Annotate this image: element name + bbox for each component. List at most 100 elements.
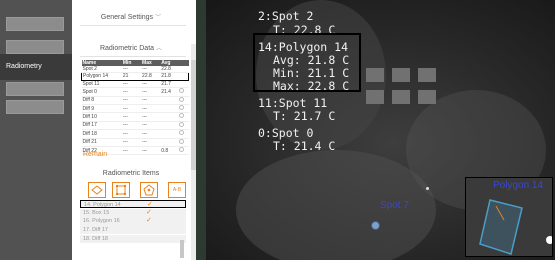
circle-icon[interactable] (179, 138, 185, 144)
list-item[interactable]: 15. Box 15 ✓ (80, 208, 186, 217)
cell-min: --- (121, 112, 142, 122)
list-item-label: 17. Diff 17 (83, 227, 108, 234)
divider (80, 25, 186, 26)
cell-avg: 21.7 (160, 80, 179, 89)
cell-name: Diff 21 (81, 138, 122, 148)
cell-max: --- (141, 80, 161, 89)
nav-item[interactable] (6, 82, 64, 96)
settings-panel: General Settings ﹀ Radiometric Data ︿ Name… (72, 0, 196, 260)
table-row[interactable]: Spot 0 --- --- 21.4 (81, 87, 189, 97)
cell-max: --- (141, 87, 161, 97)
cell-min: 21 (121, 72, 142, 81)
cell-min: --- (121, 146, 142, 156)
polygon-tool-button[interactable] (140, 182, 158, 198)
list-scrollbar-thumb[interactable] (180, 240, 184, 258)
cell-name: Diff 9 (81, 104, 122, 114)
spot0-temp: T: 21.4 C (273, 139, 336, 153)
box-tool-button[interactable] (112, 182, 130, 198)
cell-name: Polygon 14 (80, 72, 122, 81)
spot7-label: Spot 7 (380, 200, 409, 211)
cell-max: --- (141, 112, 161, 122)
cell-max: --- (141, 104, 161, 114)
nav-item[interactable] (6, 100, 64, 114)
left-nav: Radiometry (0, 0, 72, 260)
cell-min: --- (121, 121, 142, 131)
diamond-icon (91, 185, 103, 195)
cell-avg: 0.8 (160, 146, 179, 156)
cell-name: Diff 17 (81, 121, 122, 131)
spot0-name: 0:Spot 0 (258, 126, 314, 140)
cell-min: --- (121, 80, 142, 89)
table-row[interactable]: Polygon 14 21 22.8 21.8 (80, 72, 190, 81)
circle-icon[interactable] (179, 147, 185, 153)
cell-max: --- (141, 121, 161, 131)
radiometric-items-list: 14. Polygon 14 ✓ 15. Box 15 ✓ 16. Polygon 16… (80, 200, 186, 243)
box-icon (116, 185, 126, 195)
cell-min: --- (121, 96, 142, 106)
cell-min: --- (121, 138, 142, 148)
cell-min: --- (121, 87, 142, 97)
radiometric-data-label: Radiometric Data (99, 45, 155, 52)
polygon14-max: Max: 22.8 C (273, 79, 350, 93)
general-settings-header[interactable]: General Settings ﹀ (72, 12, 190, 21)
list-item-label: 15. Box 15 (83, 209, 110, 216)
list-item-label: 16. Polygon 16 (83, 218, 120, 225)
cell-min: --- (121, 66, 142, 74)
cell-name: Diff 10 (81, 112, 122, 122)
cell-avg: 22.8 (160, 66, 179, 74)
circle-icon[interactable] (179, 105, 185, 111)
nav-item[interactable] (6, 17, 64, 31)
cell-max: 22.8 (141, 72, 161, 81)
diff-tool-button[interactable]: A-B (168, 182, 186, 198)
spot11-name: 11:Spot 11 (258, 96, 328, 110)
cell-avg: 21.8 (160, 72, 179, 81)
polygon-icon (143, 184, 155, 196)
table-row[interactable]: Diff 8 --- --- (81, 96, 189, 106)
cell-max: --- (141, 138, 161, 148)
nav-item[interactable] (6, 40, 64, 54)
circle-icon[interactable] (179, 96, 185, 102)
cell-name: Spot 2 (81, 66, 122, 74)
polygon14-avg: Avg: 21.8 C (273, 53, 350, 67)
circle-icon[interactable] (179, 121, 185, 127)
check-icon: ✓ (146, 208, 152, 216)
spot7-marker[interactable] (371, 221, 380, 230)
table-row[interactable]: Diff 18 --- --- (81, 129, 189, 139)
cell-name: Diff 18 (81, 129, 122, 139)
cell-avg (160, 138, 179, 148)
circle-icon[interactable] (179, 130, 185, 136)
list-item[interactable]: 14. Polygon 14 ✓ (80, 200, 186, 209)
general-settings-label: General Settings (100, 14, 154, 21)
polygon-label: Polygon 14 (493, 180, 544, 191)
list-item[interactable]: 18. Diff 18 (80, 234, 186, 243)
point-tool-button[interactable] (88, 182, 106, 198)
cell-max: --- (141, 96, 161, 106)
cell-min: --- (121, 129, 142, 139)
check-icon: ✓ (146, 217, 152, 225)
radiometric-data-header[interactable]: Radiometric Data ︿ (72, 43, 190, 52)
radiometric-data-table: Name Min Max Avg Spot 2 --- --- 22.8 Polygon… (80, 60, 190, 156)
polygon14-name: 14:Polygon 14 (258, 40, 349, 54)
cell-max: --- (141, 66, 161, 74)
table-row[interactable]: Diff 9 --- --- (81, 104, 189, 114)
nav-item-radiometry[interactable]: Radiometry (0, 54, 72, 80)
circle-icon[interactable] (179, 88, 185, 94)
cell-avg (160, 121, 179, 131)
list-item[interactable]: 17. Diff 17 (80, 226, 186, 235)
table-row[interactable]: Diff 21 --- --- (81, 138, 189, 148)
cell-avg (160, 129, 179, 139)
table-row[interactable]: Diff 17 --- --- (81, 121, 189, 131)
circle-icon[interactable] (179, 113, 185, 119)
table-row[interactable]: Diff 10 --- --- (81, 112, 189, 122)
cell-avg (160, 112, 179, 122)
remain-link[interactable]: Remain (83, 151, 107, 158)
list-item[interactable]: 16. Polygon 16 ✓ (80, 217, 186, 226)
table-row[interactable]: Spot 11 --- --- 21.7 (81, 80, 189, 89)
cell-avg: 21.4 (160, 87, 179, 97)
cell-name: Spot 11 (81, 80, 122, 89)
cell-name: Spot 0 (81, 87, 122, 97)
spot2-name: 2:Spot 2 (258, 9, 314, 23)
cell-min: --- (121, 104, 142, 114)
table-row[interactable]: Spot 2 --- --- 22.8 (81, 66, 189, 74)
cell-max: --- (141, 146, 161, 156)
